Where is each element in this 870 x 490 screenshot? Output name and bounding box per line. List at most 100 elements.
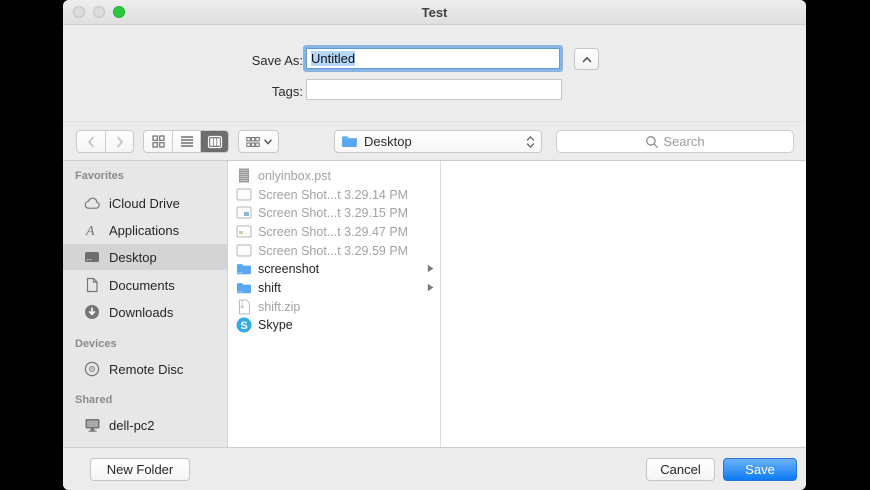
sidebar-item-icloud-drive[interactable]: iCloud Drive (63, 190, 227, 216)
empty-preview-column (442, 161, 806, 447)
sidebar-item-documents[interactable]: Documents (63, 272, 227, 298)
panel-divider (63, 121, 806, 122)
folder-icon (236, 261, 252, 277)
new-folder-button[interactable]: New Folder (90, 458, 190, 481)
file-row-screenshot-1[interactable]: Screen Shot...t 3.29.14 PM (229, 185, 440, 204)
folder-expand-arrow-icon (427, 283, 434, 292)
file-name: Screen Shot...t 3.29.47 PM (258, 225, 408, 239)
sidebar-item-label: Documents (109, 278, 175, 293)
cancel-button[interactable]: Cancel (646, 458, 715, 481)
view-mode-segmented-control (143, 130, 229, 153)
sidebar: Favorites iCloud Drive A A (63, 161, 228, 447)
expand-dialog-button[interactable] (574, 48, 599, 70)
file-name: shift (258, 281, 281, 295)
column-view-icon (207, 135, 223, 149)
sidebar-item-applications[interactable]: A Applications (63, 217, 227, 243)
dialog-footer: New Folder Cancel Save (63, 447, 806, 490)
chevron-up-icon (582, 56, 592, 63)
pst-file-icon (236, 168, 252, 184)
sidebar-item-label: Remote Disc (109, 362, 183, 377)
file-row-onlyinbox-pst[interactable]: onlyinbox.pst (229, 166, 440, 185)
arrange-menu-button[interactable] (238, 130, 279, 153)
display-icon (83, 416, 101, 434)
file-row-screenshot-3[interactable]: Screen Shot...t 3.29.47 PM (229, 222, 440, 241)
file-browser: Favorites iCloud Drive A A (63, 161, 806, 447)
search-input[interactable]: Search (556, 130, 794, 153)
sidebar-item-downloads[interactable]: Downloads (63, 299, 227, 325)
location-popup-button[interactable]: Desktop (334, 130, 542, 153)
icon-view-icon (152, 135, 165, 148)
folder-icon (341, 135, 358, 148)
svg-text:A: A (85, 224, 95, 238)
file-name: screenshot (258, 262, 319, 276)
file-row-screenshot-2[interactable]: Screen Shot...t 3.29.15 PM (229, 203, 440, 222)
back-button[interactable] (77, 131, 105, 152)
documents-icon (83, 276, 101, 294)
skype-app-icon: S (236, 317, 252, 333)
minimize-window-icon[interactable] (93, 6, 105, 18)
search-icon (645, 135, 659, 149)
sidebar-header-shared: Shared (75, 394, 112, 406)
file-row-shift-zip[interactable]: shift.zip (229, 297, 440, 316)
sidebar-item-label: iCloud Drive (109, 196, 180, 211)
icon-view-button[interactable] (144, 131, 172, 152)
sidebar-item-label: Desktop (109, 250, 157, 265)
folder-row-screenshot[interactable]: screenshot (229, 259, 440, 278)
location-label: Desktop (364, 134, 526, 149)
filename-selected-text: Untitled (311, 51, 355, 66)
folder-icon (236, 280, 252, 296)
sidebar-header-devices: Devices (75, 338, 117, 350)
file-name: shift.zip (258, 300, 300, 314)
file-row-screenshot-4[interactable]: Screen Shot...t 3.29.59 PM (229, 241, 440, 260)
image-file-icon (236, 205, 252, 221)
chevron-left-icon (87, 136, 95, 148)
chevron-right-icon (116, 136, 124, 148)
list-view-icon (180, 135, 194, 148)
sidebar-item-remote-disc[interactable]: Remote Disc (63, 356, 227, 382)
disc-icon (83, 360, 101, 378)
file-name: Screen Shot...t 3.29.14 PM (258, 188, 408, 202)
nav-button-group (76, 130, 134, 153)
close-window-icon[interactable] (73, 6, 85, 18)
zip-file-icon (236, 299, 252, 315)
save-button[interactable]: Save (723, 458, 797, 481)
list-view-button[interactable] (172, 131, 200, 152)
column-view-button[interactable] (200, 131, 228, 152)
sidebar-item-dell-pc2[interactable]: dell-pc2 (63, 412, 227, 438)
applications-icon: A (83, 221, 101, 239)
file-list-column: onlyinbox.pst Screen Shot...t 3.29.14 PM (229, 161, 441, 447)
file-name: Screen Shot...t 3.29.15 PM (258, 206, 408, 220)
svg-text:S: S (240, 320, 247, 332)
popup-stepper-icon (526, 135, 535, 149)
zoom-window-icon[interactable] (113, 6, 125, 18)
letterbox: Test Save As: Untitled Tags: (0, 0, 870, 490)
forward-button[interactable] (105, 131, 133, 152)
sidebar-item-label: Applications (109, 223, 179, 238)
sidebar-item-label: Downloads (109, 305, 173, 320)
cloud-icon (83, 194, 101, 212)
desktop-icon (83, 248, 101, 266)
image-file-icon (236, 224, 252, 240)
filename-input[interactable]: Untitled (306, 48, 560, 69)
sidebar-header-favorites: Favorites (75, 170, 124, 182)
tags-label: Tags: (272, 84, 303, 99)
image-file-icon (236, 187, 252, 203)
app-row-skype[interactable]: S Skype (229, 315, 440, 334)
file-name: Skype (258, 318, 293, 332)
sidebar-item-desktop[interactable]: Desktop (63, 244, 227, 270)
title-bar: Test (63, 0, 806, 25)
tags-input[interactable] (306, 79, 562, 100)
folder-row-shift[interactable]: shift (229, 278, 440, 297)
chevron-down-icon (264, 139, 272, 145)
folder-expand-arrow-icon (427, 264, 434, 273)
save-dialog-window: Test Save As: Untitled Tags: (63, 0, 806, 490)
arrange-grid-icon (246, 136, 260, 148)
save-as-label: Save As: (252, 53, 303, 68)
file-name: Screen Shot...t 3.29.59 PM (258, 244, 408, 258)
sidebar-item-label: dell-pc2 (109, 418, 155, 433)
window-title: Test (63, 0, 806, 25)
downloads-icon (83, 303, 101, 321)
file-name: onlyinbox.pst (258, 169, 331, 183)
search-placeholder: Search (663, 134, 704, 149)
image-file-icon (236, 243, 252, 259)
